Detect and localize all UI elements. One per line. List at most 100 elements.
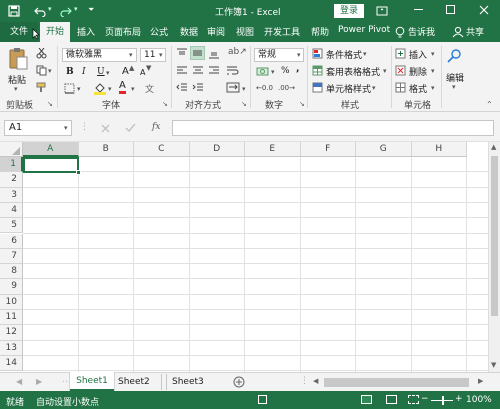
save-icon[interactable] [8,5,20,17]
column-header-d[interactable]: D [189,142,245,157]
tab-review[interactable]: 审阅 [207,25,225,38]
row-header-6[interactable]: 6 [0,233,23,249]
tab-view[interactable]: 视图 [236,25,254,38]
borders-dropdown-icon[interactable]: ▾ [77,85,81,93]
delete-dropdown-icon[interactable]: ▾ [431,67,435,75]
orientation-icon[interactable]: ab↗ [228,47,247,57]
cell-styles-dropdown-icon[interactable]: ▾ [372,84,376,92]
decrease-decimal-button[interactable]: .00→ [278,84,295,92]
tab-formulas[interactable]: 公式 [150,25,168,38]
column-header-f[interactable]: F [300,142,356,157]
insert-cells-button[interactable]: 插入 [409,48,427,61]
conditional-dropdown-icon[interactable]: ▾ [363,50,367,58]
align-center-icon[interactable] [192,65,204,76]
row-header-2[interactable]: 2 [0,172,23,188]
row-header-9[interactable]: 9 [0,279,23,295]
row-header-4[interactable]: 4 [0,202,23,219]
zoom-in-button[interactable]: + [455,394,463,404]
sheet-tab-sheet2[interactable]: Sheet2 [118,377,150,387]
customize-qat-icon[interactable]: ⏷ [88,5,94,15]
font-name-combo[interactable]: 微软雅黑 [62,48,137,62]
format-dropdown-icon[interactable]: ▾ [431,84,435,92]
bottom-align-icon[interactable] [208,48,220,59]
row-header-11[interactable]: 11 [0,310,23,326]
row-header-8[interactable]: 8 [0,264,23,280]
tab-data[interactable]: 数据 [180,25,198,38]
split-handle-icon[interactable]: ⋮ [300,376,309,386]
format-painter-icon[interactable] [36,82,47,93]
conditional-formatting-icon[interactable] [312,48,323,59]
search-icon[interactable] [447,48,463,64]
conditional-formatting-button[interactable]: 条件格式 [326,48,362,61]
redo-icon[interactable] [60,5,72,17]
normal-view-icon[interactable] [361,395,372,404]
row-header-7[interactable]: 7 [0,248,23,265]
tell-me-search[interactable]: 告诉我 [408,25,435,38]
scroll-down-icon[interactable]: ▼ [491,361,496,369]
collapse-ribbon-icon[interactable]: ⌃ [486,100,493,109]
row-header-5[interactable]: 5 [0,218,23,234]
zoom-out-button[interactable]: − [421,394,429,404]
new-sheet-icon[interactable] [233,376,245,388]
clipboard-launcher-icon[interactable]: ↘ [47,100,53,108]
font-size-dropdown-icon[interactable]: ▾ [159,51,163,59]
zoom-slider-thumb[interactable] [442,396,444,405]
horizontal-scroll-thumb[interactable] [324,378,469,387]
column-header-e[interactable]: E [245,142,301,157]
font-name-dropdown-icon[interactable]: ▾ [129,51,133,59]
middle-align-button[interactable] [190,46,205,60]
font-launcher-icon[interactable]: ↘ [162,100,168,108]
page-break-view-icon[interactable] [408,395,419,404]
italic-button[interactable]: I [82,67,86,77]
zoom-level[interactable]: 100% [466,395,492,405]
alignment-launcher-icon[interactable]: ↘ [241,100,247,108]
number-format-dropdown-icon[interactable]: ▾ [297,51,301,59]
bold-button[interactable]: B [66,67,74,77]
font-color-button[interactable]: A [119,81,126,94]
tab-developer[interactable]: 开发工具 [264,25,300,38]
sheet-tab-sheet3[interactable]: Sheet3 [172,377,204,387]
fill-handle[interactable] [76,170,81,175]
editing-dropdown-icon[interactable]: ▾ [452,83,456,91]
cut-icon[interactable] [36,48,47,59]
underline-dropdown-icon[interactable]: ▾ [106,69,110,77]
ribbon-display-options-icon[interactable] [376,5,388,17]
row-header-10[interactable]: 10 [0,294,23,310]
cell-styles-icon[interactable] [312,82,323,93]
align-right-icon[interactable] [208,65,220,76]
underline-button[interactable]: U [97,67,105,77]
scroll-left-icon[interactable]: ◀ [313,377,318,385]
insert-cells-icon[interactable] [395,48,406,59]
undo-dropdown-icon[interactable]: ▾ [48,5,52,13]
paste-icon[interactable] [8,47,28,71]
format-as-table-dropdown-icon[interactable]: ▾ [383,67,387,75]
wrap-text-icon[interactable] [226,65,240,76]
row-header-1[interactable]: 1 [0,157,23,173]
borders-icon[interactable] [64,83,75,94]
tab-insert[interactable]: 插入 [77,25,95,38]
paste-dropdown-icon[interactable]: ▾ [14,85,18,93]
column-header-a[interactable]: A [23,142,79,157]
scroll-right-icon[interactable]: ▶ [478,377,483,385]
fill-color-dropdown-icon[interactable]: ▾ [108,85,112,93]
cancel-entry-icon[interactable] [101,124,110,133]
page-layout-view-icon[interactable] [386,395,397,404]
accounting-format-icon[interactable] [256,66,269,77]
decrease-font-button[interactable]: A [140,68,145,77]
top-align-icon[interactable] [176,48,188,59]
vertical-scrollbar[interactable]: ▲ ▼ [488,142,500,372]
row-header-12[interactable]: 12 [0,325,23,341]
column-header-c[interactable]: C [134,142,190,157]
font-color-dropdown-icon[interactable]: ▾ [131,85,135,93]
increase-font-button[interactable]: A [122,66,129,77]
number-launcher-icon[interactable]: ↘ [299,100,305,108]
redo-dropdown-icon[interactable]: ▾ [74,5,78,13]
tab-help[interactable]: 帮助 [311,25,329,38]
increase-indent-icon[interactable] [192,82,204,93]
insert-dropdown-icon[interactable]: ▾ [431,50,435,58]
delete-cells-icon[interactable] [395,65,406,76]
phonetic-button[interactable]: 文 [145,82,154,95]
cell-styles-button[interactable]: 单元格样式 [326,82,371,95]
fill-color-icon[interactable] [94,82,106,95]
comma-style-button[interactable]: , [296,64,299,74]
